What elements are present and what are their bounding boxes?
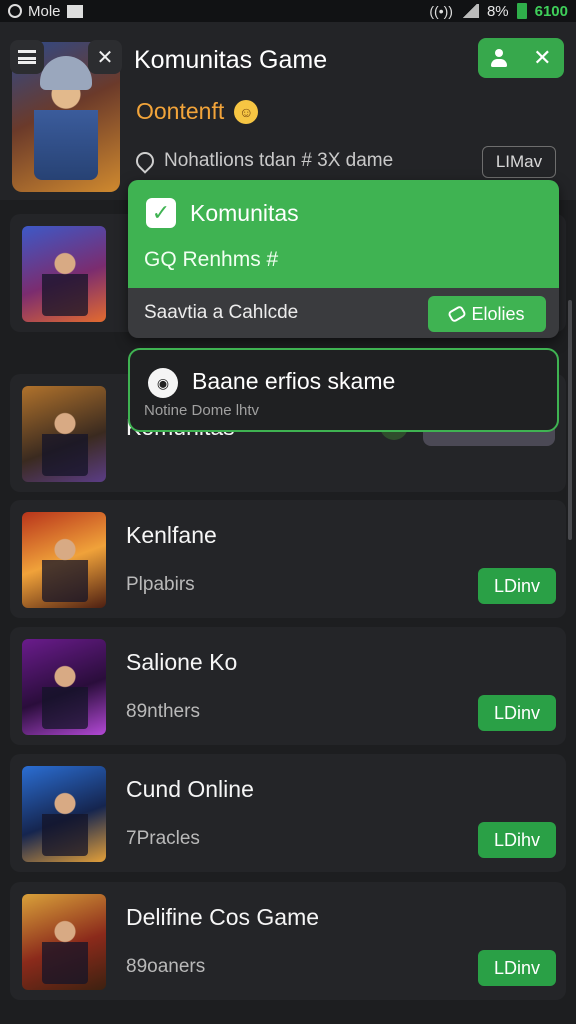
status-bar: Mole ((•)) 8% 6100: [0, 0, 576, 22]
game-thumbnail: [22, 639, 106, 735]
location-icon: [132, 148, 158, 174]
community-header: ✕ Komunitas Game Oontenft ☺ Nohatlions t…: [0, 22, 576, 200]
page-title: Komunitas Game: [134, 46, 328, 74]
status-percent: 8%: [486, 2, 509, 20]
meta-text: Nohatlions tdan # 3X dame: [164, 150, 394, 171]
game-option-card[interactable]: ◉ Baane erfios skame Notine Dome lhtv: [128, 348, 559, 432]
hamburger-icon: [18, 50, 36, 64]
menu-button[interactable]: [10, 40, 44, 74]
status-text-left: Mole: [28, 2, 61, 20]
tag-icon: [447, 304, 468, 324]
join-button[interactable]: LDinv: [478, 695, 556, 731]
battery-icon: [516, 3, 527, 19]
scrollbar[interactable]: [568, 300, 572, 540]
player-count: 89nthers: [126, 701, 200, 722]
dropdown-action-button[interactable]: Elolies: [428, 296, 546, 332]
game-option-title: Baane erfios skame: [192, 368, 396, 394]
subtitle-text: Oontenft: [136, 98, 225, 124]
game-thumbnail: [22, 226, 106, 322]
signal-icon: [460, 4, 479, 18]
wrench-icon: ✕: [96, 46, 114, 69]
thumb-figure: [42, 914, 88, 984]
game-controller-icon: ◉: [148, 368, 178, 398]
dropdown-title: Komunitas: [190, 200, 299, 226]
header-status-pill[interactable]: LIMav: [482, 146, 556, 178]
game-thumbnail: [22, 386, 106, 482]
status-circle-icon: [8, 4, 22, 18]
check-icon: ✓: [146, 198, 176, 228]
wifi-icon: ((•)): [429, 3, 453, 19]
player-count: Plpabirs: [126, 574, 195, 595]
game-option-subtitle: Notine Dome lhtv: [144, 402, 260, 419]
status-time: 6100: [534, 2, 568, 20]
community-name: Kenlfane: [126, 522, 217, 548]
thumb-figure: [42, 659, 88, 729]
add-user-icon[interactable]: [490, 49, 508, 67]
hero-helmet: [40, 56, 92, 90]
thumb-figure: [42, 406, 88, 476]
list-item[interactable]: Delifine Cos Game 89oaners LDinv: [10, 882, 566, 1000]
list-item[interactable]: Kenlfane Plpabirs LDinv: [10, 500, 566, 618]
header-meta: Nohatlions tdan # 3X dame: [132, 148, 394, 174]
smiley-icon: ☺: [234, 99, 259, 124]
list-item[interactable]: Cund Online 7Pracles LDihv: [10, 754, 566, 872]
game-thumbnail: [22, 512, 106, 608]
dropdown-subtitle: GQ Renhms #: [144, 248, 279, 271]
community-name: Salione Ko: [126, 649, 238, 675]
game-thumbnail: [22, 766, 106, 862]
join-button[interactable]: LDinv: [478, 568, 556, 604]
join-button[interactable]: LDihv: [478, 822, 556, 858]
game-thumbnail: [22, 894, 106, 990]
thumb-figure: [42, 786, 88, 856]
dropdown-header[interactable]: ✓ Komunitas GQ Renhms #: [128, 180, 559, 288]
join-button[interactable]: LDinv: [478, 950, 556, 986]
player-count: 89oaners: [126, 956, 206, 977]
thumb-figure: [42, 246, 88, 316]
close-icon[interactable]: ✕: [533, 45, 551, 71]
thumb-figure: [42, 532, 88, 602]
dropdown-action-label: Elolies: [471, 303, 525, 324]
community-name: Cund Online: [126, 776, 254, 802]
tools-button[interactable]: ✕: [88, 40, 122, 74]
dropdown-option-label: Saavtia a Cahlcde: [144, 302, 299, 323]
status-flag-icon: [66, 4, 83, 18]
community-name: Delifine Cos Game: [126, 904, 320, 930]
community-dropdown: ✓ Komunitas GQ Renhms # Saavtia a Cahlcd…: [128, 180, 559, 338]
player-count: 7Pracles: [126, 828, 200, 849]
header-subtitle: Oontenft ☺: [136, 98, 259, 125]
list-item[interactable]: Salione Ko 89nthers LDinv: [10, 627, 566, 745]
header-actions: ✕: [478, 38, 564, 78]
